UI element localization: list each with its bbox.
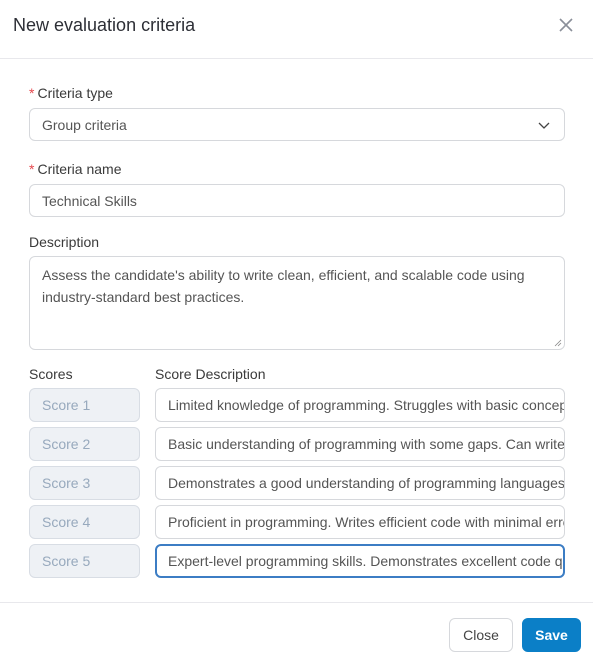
score-description-header: Score Description	[155, 366, 266, 382]
dialog-title: New evaluation criteria	[13, 15, 196, 35]
required-mark: *	[29, 161, 35, 177]
criteria-name-label: * Criteria name	[29, 161, 121, 177]
resize-handle-icon[interactable]	[554, 339, 562, 347]
criteria-name-input[interactable]: Technical Skills	[29, 184, 565, 217]
chevron-down-icon	[538, 122, 550, 129]
score-description-input-5[interactable]: Expert-level programming skills. Demonst…	[155, 544, 565, 578]
dialog-header: New evaluation criteria	[0, 0, 593, 59]
criteria-name-label-text: Criteria name	[37, 161, 122, 177]
description-label: Description	[29, 234, 100, 250]
score-label-4: Score 4	[29, 505, 140, 539]
score-label-3: Score 3	[29, 466, 140, 500]
criteria-name-value: Technical Skills	[42, 193, 137, 209]
score-description-input-2[interactable]: Basic understanding of programming with …	[155, 427, 565, 461]
criteria-type-select[interactable]: Group criteria	[29, 108, 565, 141]
criteria-type-label-text: Criteria type	[37, 85, 113, 101]
score-description-input-3[interactable]: Demonstrates a good understanding of pro…	[155, 466, 565, 500]
score-description-input-1[interactable]: Limited knowledge of programming. Strugg…	[155, 388, 565, 422]
close-button[interactable]: Close	[449, 618, 513, 652]
score-label-2: Score 2	[29, 427, 140, 461]
scores-header: Scores	[29, 366, 73, 382]
score-label-1: Score 1	[29, 388, 140, 422]
required-mark: *	[29, 85, 35, 101]
score-label-5: Score 5	[29, 544, 140, 578]
close-x-icon[interactable]	[557, 16, 575, 34]
score-description-input-4[interactable]: Proficient in programming. Writes effici…	[155, 505, 565, 539]
criteria-type-label: * Criteria type	[29, 85, 113, 101]
description-textarea[interactable]: Assess the candidate's ability to write …	[29, 256, 565, 350]
save-button[interactable]: Save	[522, 618, 581, 652]
description-value: Assess the candidate's ability to write …	[42, 267, 525, 305]
criteria-type-value: Group criteria	[42, 117, 127, 133]
